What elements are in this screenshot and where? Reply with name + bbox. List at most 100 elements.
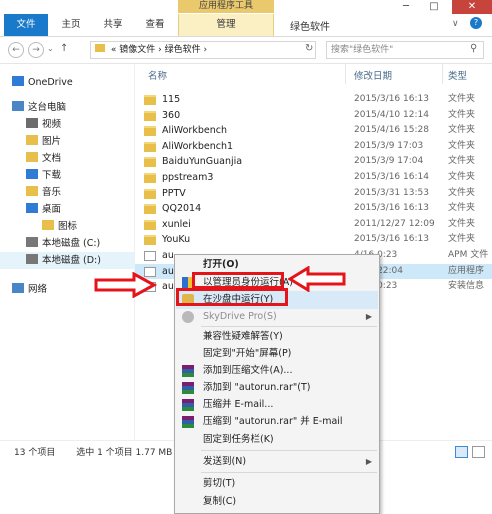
sidebar-item[interactable]: 这台电脑 <box>0 99 134 116</box>
document-folder-icon <box>26 152 38 162</box>
file-icon <box>144 250 156 261</box>
column-divider[interactable] <box>442 64 443 84</box>
search-icon[interactable]: ⚲ <box>470 43 477 54</box>
window-title: 绿色软件 <box>290 22 330 33</box>
up-button[interactable]: ↑ <box>60 43 68 54</box>
file-row[interactable]: AliWorkbench 2015/4/16 15:28 文件夹 <box>135 123 492 139</box>
sidebar-item[interactable]: 文档 <box>0 150 134 167</box>
file-type: 文件夹 <box>448 109 476 120</box>
sidebar-item-label: 音乐 <box>42 187 62 198</box>
item-count: 13 个项目 <box>14 448 56 458</box>
back-button[interactable]: ← <box>8 42 24 58</box>
context-menu-item[interactable]: 固定到任务栏(K) <box>176 431 378 449</box>
winrar-icon <box>182 416 194 428</box>
context-menu-item[interactable]: 固定到"开始"屏幕(P) <box>176 345 378 363</box>
context-menu-item[interactable]: 压缩并 E-mail... <box>176 396 378 414</box>
sidebar-item-label: OneDrive <box>28 77 73 88</box>
address-bar[interactable]: « 镜像文件 › 绿色软件 › <box>90 41 316 59</box>
file-date: 2015/3/31 13:53 <box>354 187 429 198</box>
minimize-button[interactable]: ─ <box>392 0 420 14</box>
context-menu-item[interactable]: 添加到压缩文件(A)... <box>176 362 378 380</box>
folder-icon <box>144 110 156 121</box>
tab-view[interactable]: 查看 <box>138 14 172 36</box>
annotation-arrow-right <box>94 272 158 298</box>
column-header-type[interactable]: 类型 <box>448 68 467 82</box>
folder-icon <box>144 219 156 230</box>
breadcrumb-item[interactable]: 镜像文件 <box>119 45 155 55</box>
sidebar-item-label: 本地磁盘 (D:) <box>42 255 101 266</box>
file-type: APM 文件 <box>448 249 489 260</box>
large-icons-view-icon[interactable] <box>472 446 485 458</box>
sidebar-item[interactable]: 音乐 <box>0 184 134 201</box>
sidebar-item[interactable]: 图标 <box>0 218 134 235</box>
file-row[interactable]: PPTV 2015/3/31 13:53 文件夹 <box>135 186 492 202</box>
file-row[interactable]: ppstream3 2015/3/16 16:14 文件夹 <box>135 170 492 186</box>
file-name: au <box>162 281 174 293</box>
close-button[interactable]: ✕ <box>452 0 492 14</box>
annotation-box <box>192 272 284 289</box>
file-row[interactable]: 115 2015/3/16 16:13 文件夹 <box>135 92 492 108</box>
context-menu-item[interactable]: 发送到(N) ▶ <box>176 453 378 471</box>
file-date: 2011/12/27 12:09 <box>354 218 435 229</box>
submenu-arrow-icon: ▶ <box>365 312 372 321</box>
tab-manage[interactable]: 管理 <box>178 14 274 36</box>
navigation-pane: OneDrive 这台电脑 视频 图片 文档 下载音乐桌面图标本地磁盘 (C:) 本地磁盘 … <box>0 64 135 440</box>
context-menu-item[interactable]: 剪切(T) <box>176 475 378 493</box>
sidebar-item[interactable]: 图片 <box>0 133 134 150</box>
context-menu-item[interactable]: 兼容性疑难解答(Y) <box>176 328 378 346</box>
file-row[interactable]: BaiduYunGuanjia 2015/3/9 17:04 文件夹 <box>135 154 492 170</box>
column-header-date[interactable]: 修改日期 <box>354 68 392 82</box>
drive-icon <box>26 254 38 264</box>
folder-icon <box>95 44 105 52</box>
context-menu-item[interactable]: 添加到 "autorun.rar"(T) <box>176 379 378 397</box>
context-menu-item[interactable]: 压缩到 "autorun.rar" 并 E-mail <box>176 413 378 431</box>
sidebar-item[interactable]: 桌面 <box>0 201 134 218</box>
folder-icon <box>144 141 156 152</box>
file-row[interactable]: QQ2014 2015/3/16 16:13 文件夹 <box>135 201 492 217</box>
breadcrumb-separator: › <box>158 45 162 55</box>
file-name: au <box>162 265 174 277</box>
file-date: 2015/3/9 17:04 <box>354 156 424 167</box>
annotation-box <box>176 288 288 306</box>
file-row[interactable]: 360 2015/4/10 12:14 文件夹 <box>135 108 492 124</box>
details-view-icon[interactable] <box>455 446 468 458</box>
help-icon[interactable]: ? <box>470 17 482 29</box>
file-type: 文件夹 <box>448 94 476 104</box>
tab-home[interactable]: 主页 <box>54 14 88 36</box>
breadcrumb-item[interactable]: 绿色软件 <box>165 45 201 55</box>
sidebar-item[interactable]: 下载 <box>0 167 134 184</box>
tab-file[interactable]: 文件 <box>4 14 48 36</box>
sidebar-item-label: 本地磁盘 (C:) <box>42 238 101 249</box>
computer-icon <box>12 101 24 111</box>
sidebar-item[interactable]: 本地磁盘 (D:) <box>0 252 134 269</box>
recent-locations-icon[interactable]: ⌄ <box>47 44 54 53</box>
context-menu-item[interactable]: 复制(C) <box>176 493 378 511</box>
search-input[interactable]: 搜索"绿色软件" <box>326 41 484 59</box>
file-date: 2015/3/9 17:03 <box>354 140 424 151</box>
column-divider[interactable] <box>345 64 346 84</box>
file-name: AliWorkbench1 <box>162 140 234 152</box>
picture-folder-icon <box>26 135 38 145</box>
annotation-arrow-left <box>288 266 346 292</box>
folder-icon <box>144 172 156 183</box>
context-menu-label: 添加到压缩文件(A)... <box>203 365 293 376</box>
sidebar-item[interactable]: 视频 <box>0 116 134 133</box>
file-row[interactable]: xunlei 2011/12/27 12:09 文件夹 <box>135 217 492 233</box>
sidebar-item[interactable]: OneDrive <box>0 74 134 91</box>
file-row[interactable]: AliWorkbench1 2015/3/9 17:03 文件夹 <box>135 139 492 155</box>
refresh-icon[interactable]: ↻ <box>305 43 313 54</box>
forward-button[interactable]: → <box>28 42 44 58</box>
context-menu-label: 压缩并 E-mail... <box>203 399 274 410</box>
file-name: PPTV <box>162 187 186 199</box>
tab-share[interactable]: 共享 <box>96 14 130 36</box>
sidebar-item-label: 图标 <box>58 221 78 232</box>
file-row[interactable]: YouKu 2015/3/16 16:13 文件夹 <box>135 232 492 248</box>
ribbon-expand-icon[interactable]: ∨ <box>452 19 459 29</box>
menu-separator <box>201 326 377 327</box>
file-name: YouKu <box>162 234 191 246</box>
file-name: AliWorkbench <box>162 125 227 137</box>
maximize-button[interactable]: □ <box>420 0 448 14</box>
file-name: BaiduYunGuanjia <box>162 156 243 168</box>
column-header-name[interactable]: 名称 <box>148 68 167 82</box>
sidebar-item[interactable]: 本地磁盘 (C:) <box>0 235 134 252</box>
